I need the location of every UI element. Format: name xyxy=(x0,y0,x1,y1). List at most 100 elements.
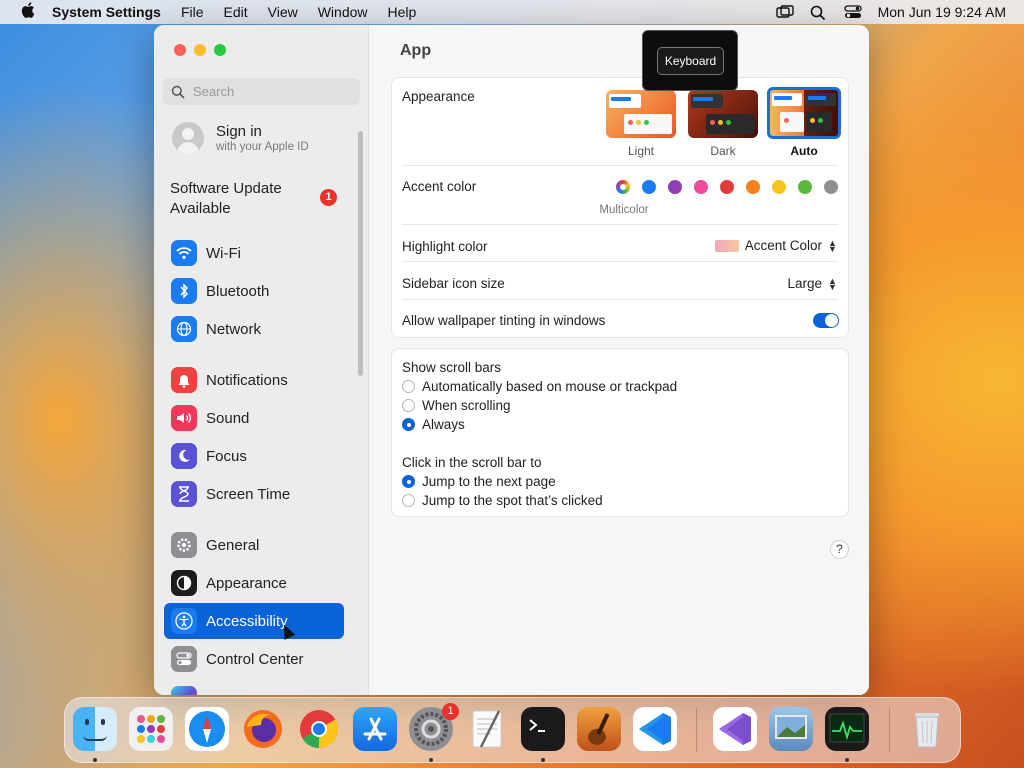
appearance-auto-option[interactable] xyxy=(767,87,841,139)
hourglass-icon xyxy=(171,481,197,507)
menu-clock[interactable]: Mon Jun 19 9:24 AM xyxy=(878,4,1006,20)
radio-label: When scrolling xyxy=(422,398,511,413)
sidebar-item-label: Focus xyxy=(206,447,247,465)
finder-icon[interactable] xyxy=(73,707,117,751)
menu-window[interactable]: Window xyxy=(318,4,368,20)
radio-button-selected[interactable] xyxy=(402,418,415,431)
sidebar-item-accessibility[interactable]: Accessibility xyxy=(164,603,344,639)
trash-icon[interactable] xyxy=(905,707,949,751)
sidebar-item-control-center[interactable]: Control Center xyxy=(164,641,344,677)
accent-swatch-purple[interactable] xyxy=(668,180,682,194)
radio-button-selected[interactable] xyxy=(402,475,415,488)
sidebar-item-bluetooth[interactable]: Bluetooth xyxy=(164,273,344,309)
highlight-color-popup[interactable]: Accent Color ▲ ▼ xyxy=(714,238,837,253)
accent-swatch-pink[interactable] xyxy=(694,180,708,194)
appearance-dark-label: Dark xyxy=(710,144,736,158)
software-update-item[interactable]: Software Update Available xyxy=(170,179,340,219)
bluetooth-icon xyxy=(171,278,197,304)
search-field[interactable] xyxy=(163,78,360,105)
radio-button[interactable] xyxy=(402,380,415,393)
running-indicator xyxy=(429,758,433,762)
signin-title: Sign in xyxy=(216,123,262,140)
close-button[interactable] xyxy=(174,44,186,56)
screen-mirroring-icon[interactable] xyxy=(775,5,794,19)
control-center-icon[interactable] xyxy=(843,5,862,19)
avatar xyxy=(172,122,204,154)
sidebar-item-wifi[interactable]: Wi-Fi xyxy=(164,235,344,271)
click-option-spot-clicked[interactable]: Jump to the spot that’s clicked xyxy=(402,493,603,508)
divider xyxy=(402,261,838,262)
appearance-dark-option[interactable] xyxy=(688,90,758,138)
sidebar-item-notifications[interactable]: Notifications xyxy=(164,362,344,398)
divider xyxy=(402,165,838,166)
sidebar-icon-size-value: Large xyxy=(787,276,822,291)
app-store-icon[interactable] xyxy=(353,707,397,751)
sidebar-item-siri-partial[interactable] xyxy=(164,681,344,695)
sidebar-icon-size-popup[interactable]: Large ▲ ▼ xyxy=(787,276,836,291)
radio-button[interactable] xyxy=(402,494,415,507)
sidebar: Sign in with your Apple ID Software Upda… xyxy=(154,25,369,695)
sidebar-item-sound[interactable]: Sound xyxy=(164,400,344,436)
wifi-icon xyxy=(171,240,197,266)
menu-edit[interactable]: Edit xyxy=(224,4,248,20)
appearance-light-label: Light xyxy=(627,144,655,158)
wallpaper-tinting-toggle[interactable] xyxy=(813,313,839,328)
chrome-icon[interactable] xyxy=(297,707,341,751)
accent-swatch-green[interactable] xyxy=(798,180,812,194)
keyboard-tooltip-button[interactable]: Keyboard xyxy=(657,47,724,75)
search-input[interactable] xyxy=(193,84,343,99)
accent-swatch-red[interactable] xyxy=(720,180,734,194)
scroll-option-automatic[interactable]: Automatically based on mouse or trackpad xyxy=(402,379,677,394)
help-button[interactable]: ? xyxy=(830,540,849,559)
scroll-option-always[interactable]: Always xyxy=(402,417,465,432)
preview-icon[interactable] xyxy=(769,707,813,751)
sidebar-item-screen-time[interactable]: Screen Time xyxy=(164,476,344,512)
sidebar-item-focus[interactable]: Focus xyxy=(164,438,344,474)
appearance-light-option[interactable] xyxy=(606,90,676,138)
accent-swatch-multicolor[interactable] xyxy=(616,180,630,194)
sidebar-scrollbar[interactable] xyxy=(358,131,363,376)
sidebar-item-label: Screen Time xyxy=(206,485,291,503)
click-option-next-page[interactable]: Jump to the next page xyxy=(402,474,556,489)
menu-file[interactable]: File xyxy=(181,4,204,20)
textedit-icon[interactable] xyxy=(465,707,509,751)
zoom-button[interactable] xyxy=(214,44,226,56)
system-settings-badge: 1 xyxy=(442,703,459,720)
vscode-icon[interactable] xyxy=(633,707,677,751)
apple-menu-icon[interactable] xyxy=(18,2,38,22)
sidebar-item-label: Wi-Fi xyxy=(206,244,241,262)
accessibility-icon xyxy=(171,608,197,634)
minimize-button[interactable] xyxy=(194,44,206,56)
settings-window: Sign in with your Apple ID Software Upda… xyxy=(154,25,869,695)
running-indicator xyxy=(845,758,849,762)
visual-studio-icon[interactable] xyxy=(713,707,757,751)
accent-swatch-graphite[interactable] xyxy=(824,180,838,194)
garageband-icon[interactable] xyxy=(577,707,621,751)
accent-swatch-orange[interactable] xyxy=(746,180,760,194)
terminal-icon[interactable] xyxy=(521,707,565,751)
signin-subtitle: with your Apple ID xyxy=(216,141,309,153)
launchpad-icon[interactable] xyxy=(129,707,173,751)
menu-view[interactable]: View xyxy=(268,4,298,20)
highlight-color-preview xyxy=(714,239,739,252)
bell-icon xyxy=(171,367,197,393)
spotlight-search-icon[interactable] xyxy=(810,5,828,21)
speaker-icon xyxy=(171,405,197,431)
sidebar-item-network[interactable]: Network xyxy=(164,311,344,347)
sidebar-item-label: Appearance xyxy=(206,574,287,592)
firefox-icon[interactable] xyxy=(241,707,285,751)
accent-swatch-yellow[interactable] xyxy=(772,180,786,194)
apple-id-signin[interactable]: Sign in with your Apple ID xyxy=(172,122,309,154)
page-title: App xyxy=(400,42,432,59)
safari-icon[interactable] xyxy=(185,707,229,751)
dock: 1 xyxy=(64,697,961,763)
sidebar-item-general[interactable]: General xyxy=(164,527,344,563)
activity-monitor-icon[interactable] xyxy=(825,707,869,751)
scroll-option-when-scrolling[interactable]: When scrolling xyxy=(402,398,511,413)
sidebar-item-appearance[interactable]: Appearance xyxy=(164,565,344,601)
radio-button[interactable] xyxy=(402,399,415,412)
menu-help[interactable]: Help xyxy=(388,4,417,20)
software-update-badge: 1 xyxy=(320,189,337,206)
menu-app-name[interactable]: System Settings xyxy=(52,4,161,20)
accent-swatch-blue[interactable] xyxy=(642,180,656,194)
